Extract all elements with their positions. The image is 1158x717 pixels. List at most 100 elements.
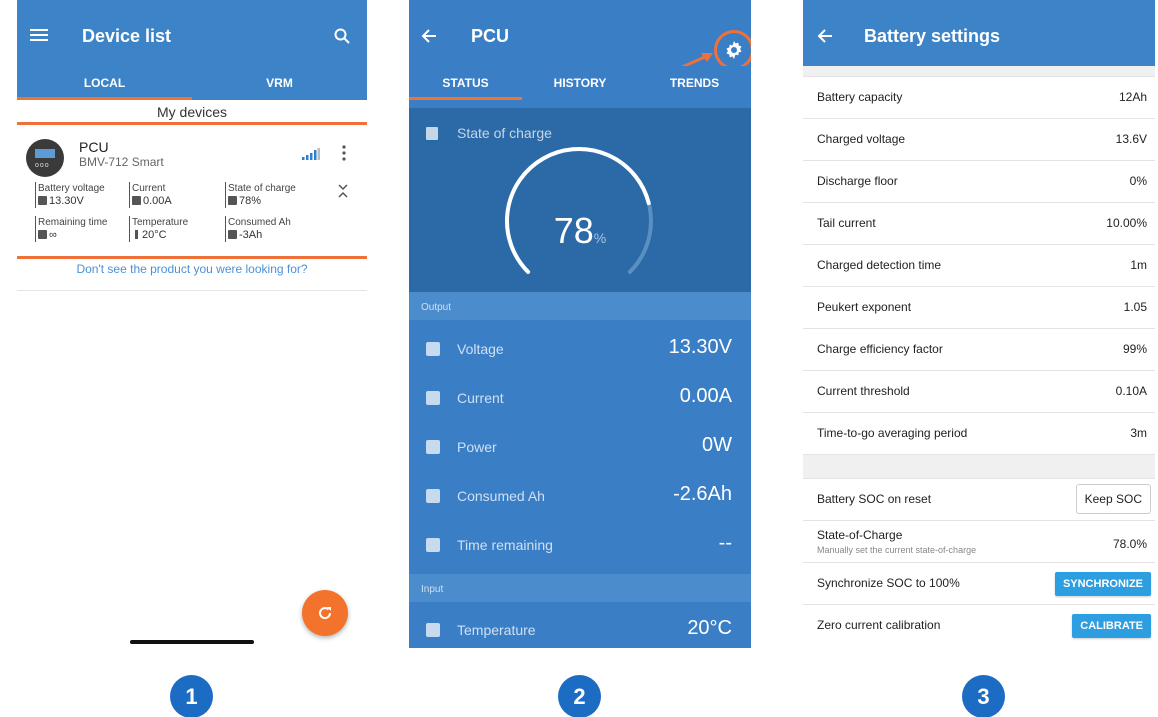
- field-value: 20°C: [142, 229, 167, 241]
- consumed-ah-icon: [426, 489, 440, 503]
- setting-value: 0.10A: [1115, 384, 1147, 398]
- section-title: My devices: [17, 104, 367, 123]
- row-value: -2.6Ah: [673, 483, 732, 505]
- more-options-icon[interactable]: [342, 145, 346, 166]
- missing-product-link[interactable]: Don't see the product you were looking f…: [17, 262, 367, 291]
- setting-label: Zero current calibration: [817, 618, 941, 632]
- soc-value: 78%: [409, 210, 751, 252]
- menu-icon[interactable]: [29, 26, 49, 44]
- setting-soc-on-reset: Battery SOC on reset Keep SOC: [803, 479, 1155, 521]
- back-arrow-icon[interactable]: [815, 26, 835, 46]
- field-temperature: Temperature 20°C: [129, 216, 188, 242]
- clock-icon: [38, 230, 47, 239]
- synchronize-button[interactable]: SYNCHRONIZE: [1054, 572, 1151, 596]
- soc-reset-select[interactable]: Keep SOC: [1075, 484, 1151, 514]
- setting-label: Time-to-go averaging period: [817, 426, 968, 440]
- setting-value: 0%: [1129, 174, 1147, 188]
- section-output: Output: [409, 292, 751, 320]
- setting-value: 99%: [1122, 342, 1147, 356]
- field-label: Temperature: [132, 217, 189, 228]
- search-icon[interactable]: [332, 26, 352, 46]
- setting-sublabel: Manually set the current state-of-charge: [817, 545, 977, 555]
- tab-history[interactable]: HISTORY: [522, 66, 638, 100]
- setting-label: Discharge floor: [817, 174, 898, 188]
- tab-bar: LOCAL VRM: [17, 66, 367, 100]
- row-value: 0W: [702, 434, 732, 456]
- setting-battery-capacity[interactable]: Battery capacity 12Ah: [803, 77, 1155, 119]
- setting-current-threshold[interactable]: Current threshold 0.10A: [803, 371, 1155, 413]
- field-consumed-ah: Consumed Ah -3Ah: [225, 216, 291, 242]
- setting-label: Synchronize SOC to 100%: [817, 576, 960, 590]
- battery-icon: [426, 127, 438, 140]
- field-battery-voltage: Battery voltage 13.30V: [35, 182, 105, 208]
- field-value: -3Ah: [239, 229, 263, 241]
- tab-vrm[interactable]: VRM: [192, 66, 367, 100]
- row-label: Voltage: [457, 341, 504, 357]
- app-bar: Device list: [17, 0, 367, 66]
- device-list-screen: Device list LOCAL VRM My devices ooo PCU…: [17, 0, 367, 648]
- row-current: Current 0.00A: [409, 374, 751, 423]
- device-status-screen: PCU STATUS HISTORY TRENDS State of charg…: [409, 0, 751, 648]
- device-name: PCU: [79, 139, 109, 155]
- setting-discharge-floor[interactable]: Discharge floor 0%: [803, 161, 1155, 203]
- tab-status[interactable]: STATUS: [409, 66, 522, 100]
- voltage-icon: [426, 342, 440, 356]
- row-value: 13.30V: [668, 336, 732, 358]
- row-label: Power: [457, 439, 497, 455]
- setting-tail-current[interactable]: Tail current 10.00%: [803, 203, 1155, 245]
- setting-peukert-exponent[interactable]: Peukert exponent 1.05: [803, 287, 1155, 329]
- row-label: Current: [457, 390, 504, 406]
- setting-time-to-go-averaging[interactable]: Time-to-go averaging period 3m: [803, 413, 1155, 455]
- setting-charged-detection-time[interactable]: Charged detection time 1m: [803, 245, 1155, 287]
- row-value: 20°C: [687, 617, 732, 639]
- clock-icon: [426, 538, 440, 552]
- setting-value: 13.6V: [1115, 132, 1147, 146]
- setting-charged-voltage[interactable]: Charged voltage 13.6V: [803, 119, 1155, 161]
- battery-icon: [38, 196, 47, 205]
- setting-label: Current threshold: [817, 384, 910, 398]
- refresh-icon: [319, 607, 332, 620]
- setting-value: 12Ah: [1118, 90, 1147, 104]
- refresh-button[interactable]: [302, 590, 348, 636]
- row-consumed-ah: Consumed Ah -2.6Ah: [409, 472, 751, 521]
- field-label: State of charge: [228, 183, 296, 194]
- back-arrow-icon[interactable]: [419, 26, 439, 46]
- setting-label: Battery SOC on reset: [817, 492, 932, 506]
- row-voltage: Voltage 13.30V: [409, 325, 751, 374]
- thermometer-icon: [426, 623, 440, 637]
- row-label: Time remaining: [457, 537, 553, 553]
- thermometer-icon: [135, 230, 138, 239]
- row-value: --: [718, 532, 732, 554]
- device-screen-graphic: [35, 149, 55, 158]
- setting-zero-current: Zero current calibration CALIBRATE: [803, 605, 1155, 648]
- setting-label: Tail current: [817, 216, 876, 230]
- device-avatar: ooo: [26, 139, 64, 177]
- tab-local[interactable]: LOCAL: [17, 66, 192, 100]
- device-card[interactable]: ooo PCU BMV-712 Smart Battery voltage 13…: [17, 122, 367, 259]
- collapse-icon[interactable]: [338, 183, 348, 204]
- field-remaining-time: Remaining time ∞: [35, 216, 107, 242]
- row-value: 0.00A: [679, 385, 732, 407]
- setting-synchronize-soc: Synchronize SOC to 100% SYNCHRONIZE: [803, 563, 1155, 605]
- battery-settings-screen: Battery settings Battery capacity 12Ah Ch…: [796, 0, 1158, 648]
- current-icon: [132, 196, 141, 205]
- page-title: PCU: [471, 26, 510, 46]
- field-label: Current: [132, 183, 166, 194]
- field-label: Consumed Ah: [228, 217, 291, 228]
- device-model: BMV-712 Smart: [79, 155, 164, 169]
- field-value: 0.00A: [143, 195, 172, 207]
- setting-label: State-of-Charge: [817, 528, 903, 542]
- setting-state-of-charge[interactable]: State-of-Charge Manually set the current…: [803, 521, 1155, 563]
- header-spacer: [803, 66, 1155, 77]
- setting-value: 10.00%: [1106, 216, 1147, 230]
- setting-value: 78.0%: [1112, 537, 1147, 551]
- settings-gear-icon[interactable]: [714, 30, 751, 70]
- setting-value: 1m: [1130, 258, 1147, 272]
- soc-icon: [228, 196, 237, 205]
- home-indicator: [130, 640, 254, 644]
- calibrate-button[interactable]: CALIBRATE: [1072, 614, 1151, 638]
- page-title: Device list: [82, 26, 172, 46]
- soc-gauge-panel: State of charge 78%: [409, 108, 751, 292]
- tab-trends[interactable]: TRENDS: [638, 66, 751, 100]
- setting-charge-efficiency-factor[interactable]: Charge efficiency factor 99%: [803, 329, 1155, 371]
